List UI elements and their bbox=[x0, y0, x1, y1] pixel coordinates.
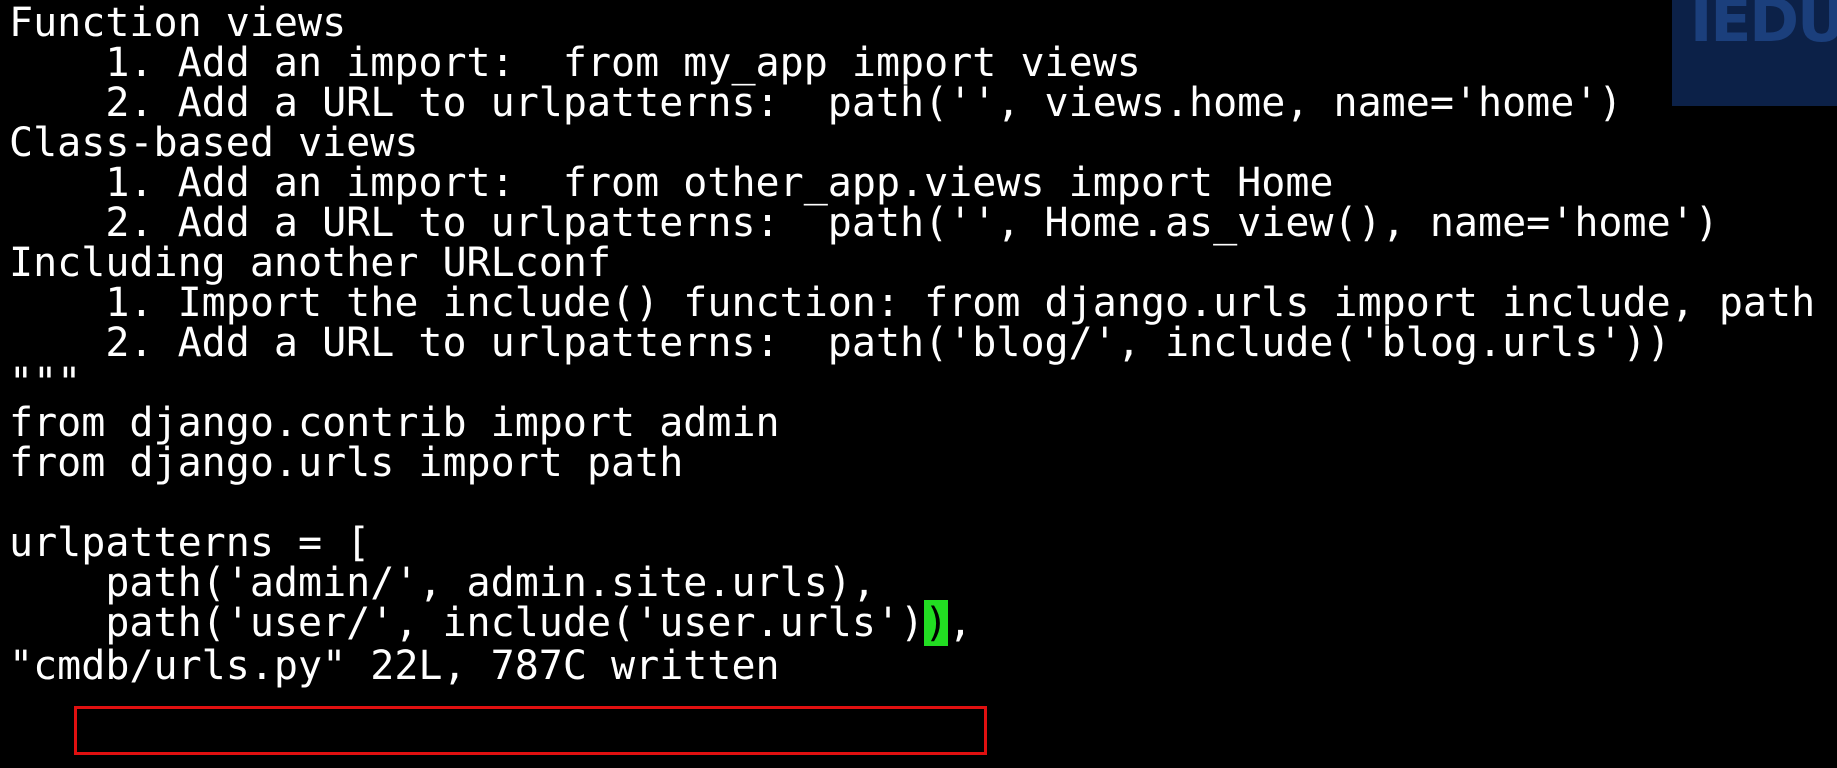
text-cursor: ) bbox=[924, 600, 949, 646]
vim-status-line: "cmdb/urls.py" 22L, 787C written bbox=[9, 643, 780, 689]
vim-terminal[interactable]: Function views 1. Add an import: from my… bbox=[0, 0, 1837, 768]
code-line: 2. Add a URL to urlpatterns: path('blog/… bbox=[9, 320, 1671, 366]
watermark-text: IEDU bbox=[1690, 0, 1837, 56]
code-text: path('user/', include('user.urls') bbox=[9, 600, 925, 646]
code-line-with-cursor: path('user/', include('user.urls')), bbox=[9, 600, 972, 647]
code-line: from django.urls import path bbox=[9, 440, 684, 486]
red-highlight-box bbox=[74, 706, 987, 755]
watermark-logo: IEDU bbox=[1672, 0, 1837, 106]
code-text: , bbox=[948, 600, 973, 646]
